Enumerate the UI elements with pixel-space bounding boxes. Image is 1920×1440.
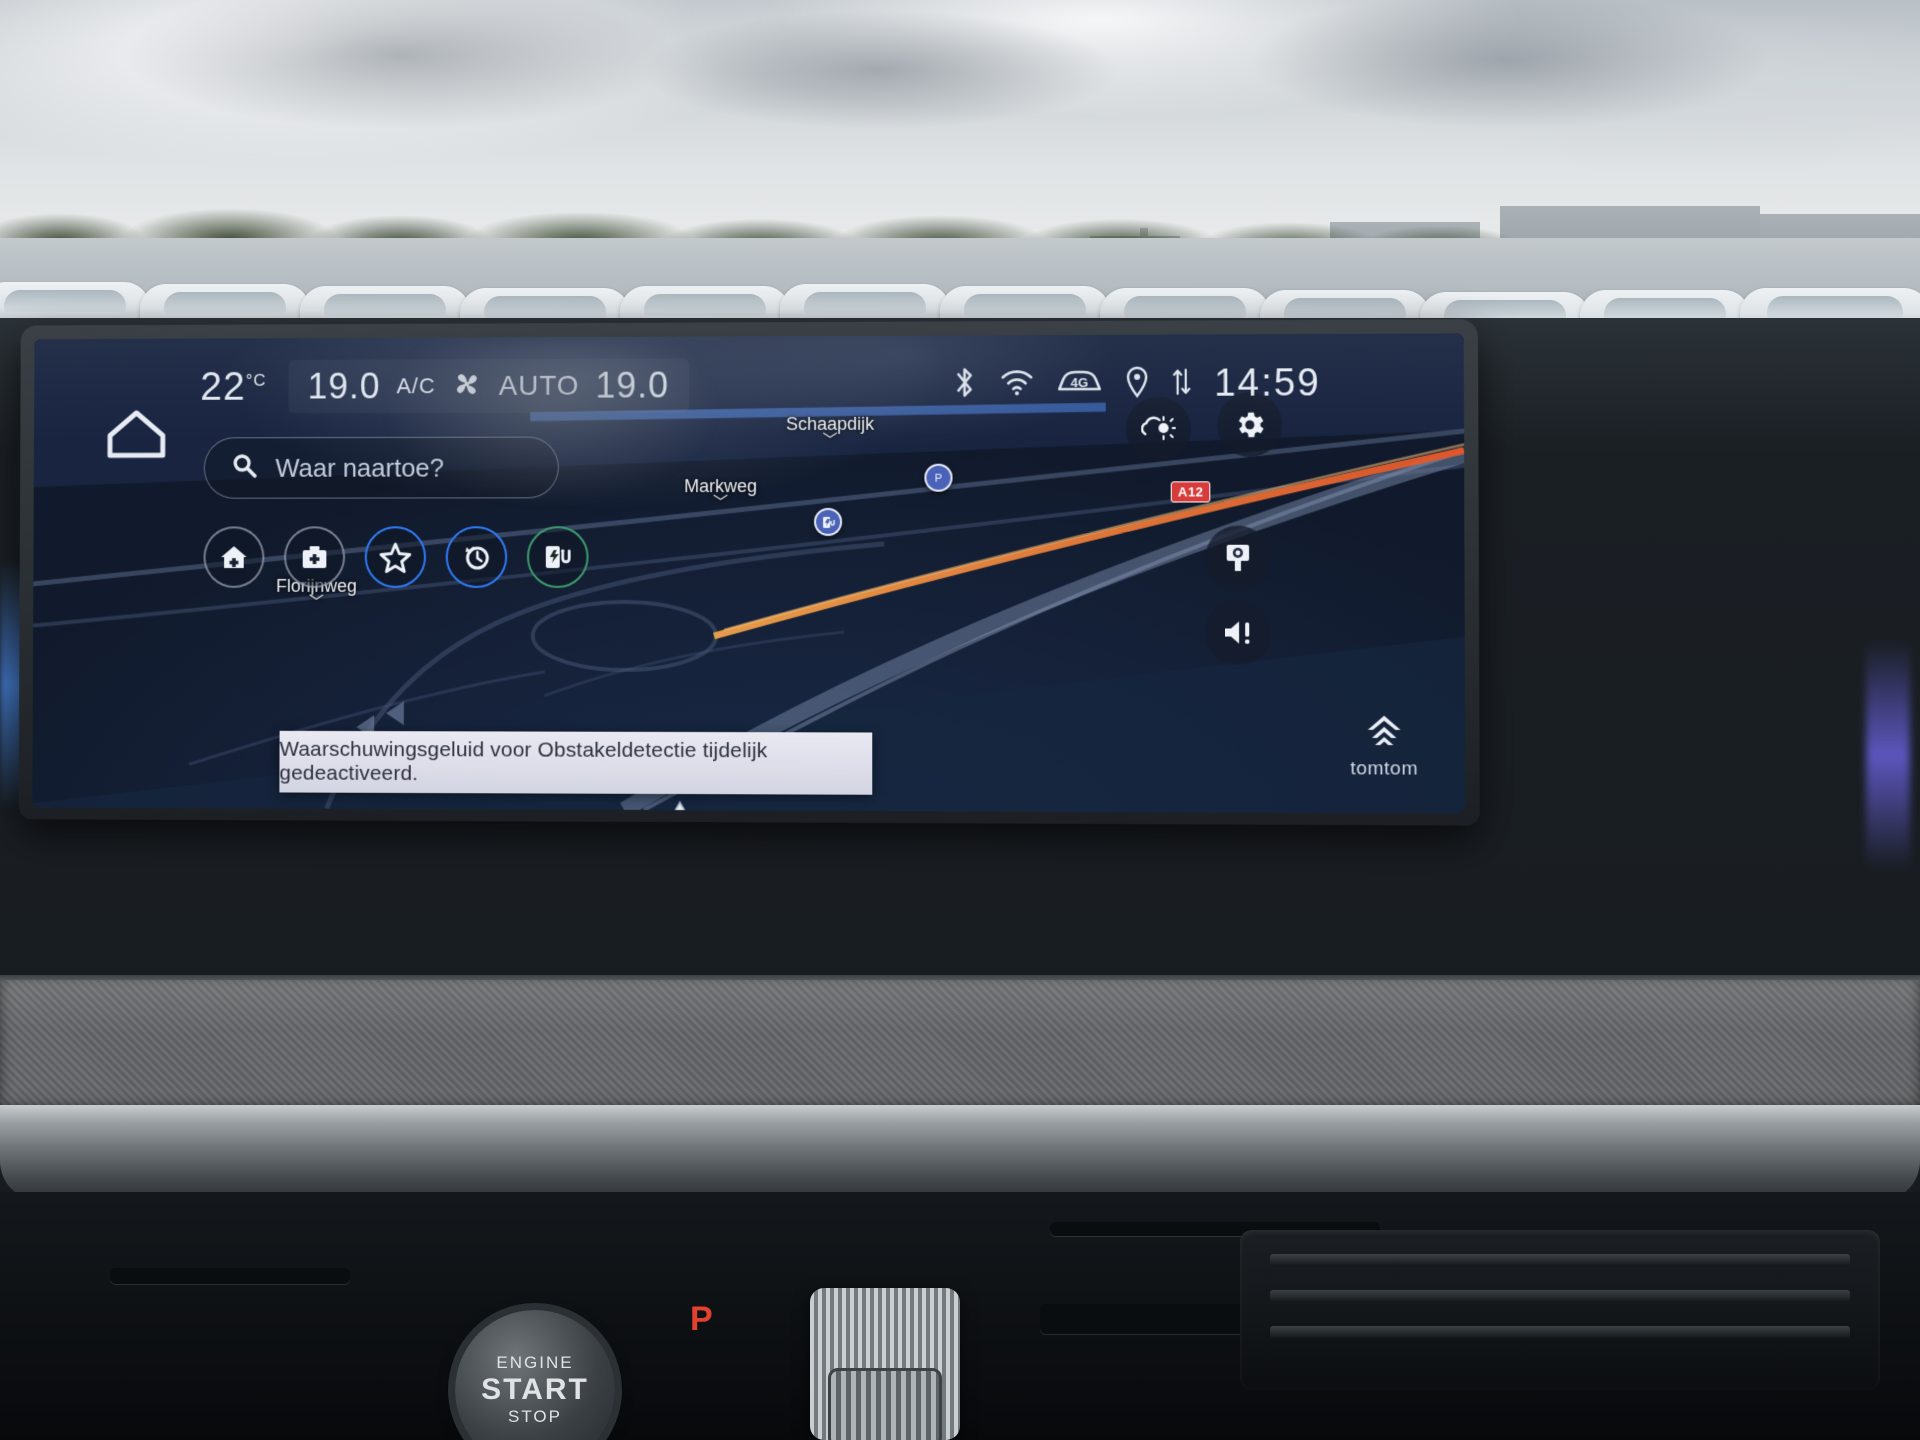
notification-message: Waarschuwingsgeluid voor Obstakeldetecti… (279, 738, 872, 788)
quick-destination-buttons[interactable] (203, 526, 588, 588)
passenger-temperature[interactable]: 19.0 (595, 365, 669, 407)
search-placeholder: Waar naartoe? (275, 452, 444, 483)
label-chevron-icon: ﹀ (786, 436, 874, 446)
vent-slat (1270, 1326, 1850, 1338)
tomtom-label: tomtom (1350, 758, 1418, 781)
location-pin-icon (1125, 366, 1149, 403)
climate-settings[interactable]: 19.0 A/C AUTO 19.0 (288, 358, 689, 413)
drive-mode-inner[interactable] (828, 1368, 942, 1440)
infotainment-screen[interactable]: Schaapdijk﹀ Markweg﹀ Florijnweg﹀ P A12 (32, 333, 1465, 813)
charging-stations-button[interactable] (527, 526, 589, 588)
clock: 14:59 (1214, 362, 1321, 406)
svg-text:P: P (935, 473, 942, 485)
data-transfer-icon (1171, 366, 1191, 403)
gear-park-button[interactable]: P (690, 1300, 742, 1339)
system-status-icons: 4G 14:59 (951, 362, 1321, 406)
ev-charging-poi-marker[interactable] (814, 508, 842, 536)
driver-temperature[interactable]: 19.0 (308, 366, 381, 408)
bluetooth-icon[interactable] (951, 365, 977, 404)
gear-selector[interactable]: P R (690, 1300, 742, 1440)
speed-camera-button[interactable] (1205, 526, 1270, 591)
add-work-button[interactable] (284, 526, 345, 588)
4g-connected-car-icon: 4G (1056, 367, 1103, 402)
search-input[interactable]: Waar naartoe? (204, 437, 559, 499)
ac-label[interactable]: A/C (396, 373, 435, 399)
tomtom-branding: tomtom (1350, 714, 1418, 781)
ego-vehicle-arrow (652, 798, 708, 813)
auto-label[interactable]: AUTO (499, 370, 580, 402)
recent-destinations-button[interactable] (446, 526, 507, 588)
engine-label: ENGINE (496, 1353, 573, 1373)
svg-text:4G: 4G (1071, 375, 1089, 390)
home-icon[interactable] (106, 408, 167, 460)
add-home-button[interactable] (203, 526, 264, 587)
parking-poi-marker[interactable]: P (924, 464, 952, 492)
air-vent (1240, 1230, 1880, 1390)
vent-slat (1270, 1290, 1850, 1302)
search-icon (230, 451, 258, 486)
fan-icon[interactable] (451, 368, 483, 405)
stop-label: STOP (508, 1407, 562, 1427)
road-shield-a12: A12 (1171, 481, 1211, 502)
street-label-markweg: Markweg ﹀ (684, 476, 757, 508)
chrome-trim-bar (0, 1105, 1920, 1201)
navigation-panel[interactable]: Waar naartoe? (182, 415, 569, 664)
outside-temperature: 22°C (200, 364, 266, 409)
notification-banner[interactable]: Waarschuwingsgeluid voor Obstakeldetecti… (279, 731, 872, 795)
infotainment-bezel: Schaapdijk﹀ Markweg﹀ Florijnweg﹀ P A12 (19, 319, 1480, 825)
alert-sound-button[interactable] (1205, 600, 1270, 665)
drive-mode-selector[interactable] (810, 1288, 960, 1440)
ambient-light-right (1866, 640, 1910, 870)
tomtom-chevron-logo (1361, 714, 1406, 753)
street-label-schaapdijk: Schaapdijk ﹀ (786, 414, 874, 446)
console-seam (110, 1268, 350, 1284)
vent-slat (1270, 1254, 1850, 1266)
label-chevron-icon: ﹀ (684, 498, 757, 508)
wifi-icon[interactable] (1000, 368, 1034, 401)
cloud (640, 10, 1120, 130)
start-label: START (481, 1373, 589, 1407)
favorites-button[interactable] (365, 526, 426, 588)
climate-control-bar[interactable]: 22°C 19.0 A/C AUTO 19.0 (200, 358, 689, 413)
dashboard-fabric-trim (0, 980, 1920, 1110)
